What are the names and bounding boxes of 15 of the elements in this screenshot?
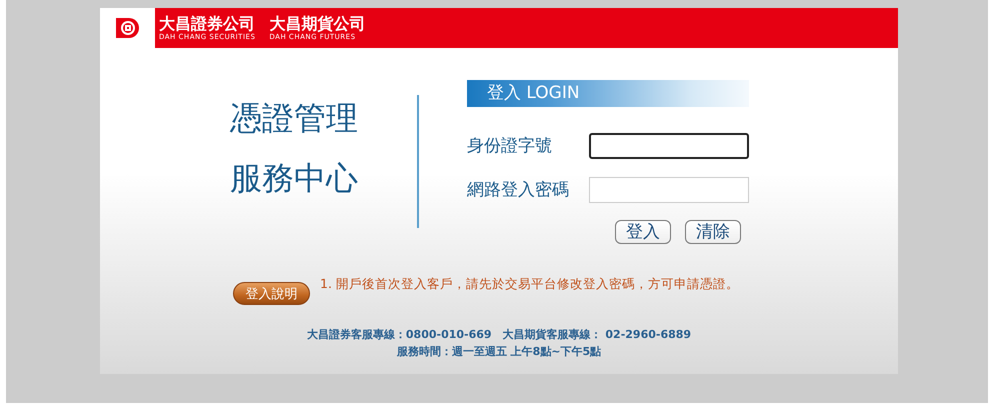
field-label: 網路登入密碼 — [467, 179, 569, 201]
form-button[interactable]: 清除 — [685, 220, 741, 244]
brand-name: 大昌證券公司 — [159, 15, 255, 33]
notice-text: 1. 開戶後首次登入客戶，請先於交易平台修改登入密碼，方可申請憑證。 — [320, 276, 739, 292]
footer-text: 大昌證券客服專線：0800-010-669 大昌期貨客服專線： 02-2960-6889 — [306, 327, 692, 342]
login-title: 登入 LOGIN — [467, 80, 749, 107]
footer-text: 服務時間：週一至週五 上午8點~下午5點 — [396, 344, 602, 359]
field-label: 身份證字號 — [467, 135, 552, 157]
brand-name: 大昌期貨公司 — [269, 15, 366, 33]
form-button[interactable]: 登入 — [615, 220, 671, 244]
help-button[interactable]: 登入說明 — [233, 282, 310, 305]
input-field[interactable] — [589, 132, 749, 158]
logo-icon — [114, 17, 140, 39]
headline-text: 服務中心 — [230, 158, 358, 198]
headline-text: 憑證管理 — [230, 98, 358, 138]
